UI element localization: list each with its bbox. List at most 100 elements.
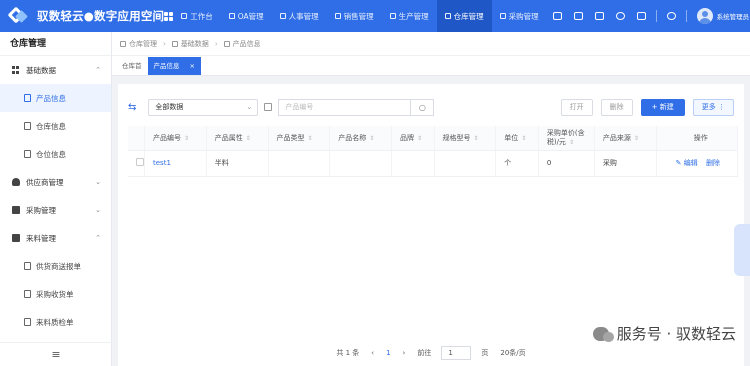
column-header[interactable]: 产品编号 ⇕ <box>144 126 207 151</box>
message-icon[interactable] <box>666 12 676 20</box>
page-tabs: 仓库首 产品信息 × <box>112 56 750 76</box>
app-grid-button[interactable] <box>164 11 174 21</box>
sidebar-item-incoming-inspection[interactable]: 来料质检单 <box>0 308 111 336</box>
column-header[interactable]: 产品来源 ⇕ <box>594 126 657 151</box>
tab-warehouse-home[interactable]: 仓库首 <box>116 57 148 75</box>
more-button[interactable]: 更多 ⋮ <box>692 98 734 116</box>
sidebar-group-supplier[interactable]: 供应商管理 ⌄ <box>0 168 111 196</box>
monitor-icon <box>181 13 188 19</box>
page-number[interactable]: 1 <box>386 349 390 357</box>
filter-icon[interactable] <box>264 103 273 111</box>
sidebar-group-purchase[interactable]: 采购管理 ⌄ <box>0 196 111 224</box>
sort-icon[interactable]: ⇕ <box>569 139 574 146</box>
nav-item-purchase[interactable]: 采购管理 <box>492 0 547 32</box>
open-button[interactable]: 打开 <box>560 98 593 116</box>
nav-item-warehouse[interactable]: 仓库管理 <box>436 0 492 32</box>
nav-item-sales[interactable]: 销售管理 <box>327 0 382 32</box>
sort-icon[interactable]: ⇕ <box>184 135 189 142</box>
total-count: 共 1 条 <box>336 349 360 357</box>
sidebar-item-product-info[interactable]: 产品信息 <box>0 84 111 112</box>
sidebar-group-incoming[interactable]: 来料管理 ⌃ <box>0 224 111 252</box>
nav-item-workbench[interactable]: 工作台 <box>173 0 221 32</box>
app-logo[interactable]: 驭数轻云●数字应用空间 <box>0 6 165 25</box>
next-page-button[interactable]: › <box>403 349 406 357</box>
sidebar-title: 仓库管理 <box>0 32 111 56</box>
edit-button[interactable]: ✎ 编辑 <box>676 159 698 167</box>
sort-icon[interactable]: ⇕ <box>246 135 251 142</box>
prev-page-button[interactable]: ‹ <box>371 349 374 357</box>
document-icon <box>24 290 31 298</box>
select-column <box>128 126 145 151</box>
document-icon <box>24 262 31 270</box>
checkbox[interactable] <box>136 158 144 166</box>
refresh-icon[interactable] <box>615 12 625 20</box>
nav-item-production[interactable]: 生产管理 <box>382 0 437 32</box>
back-arrow-icon[interactable]: ⇆ <box>128 102 136 113</box>
table-cell <box>268 150 331 177</box>
truck-icon <box>12 234 20 242</box>
layers-icon[interactable] <box>594 12 604 20</box>
document-icon <box>223 40 230 47</box>
breadcrumb-item[interactable]: 基础数据 <box>181 39 209 49</box>
nav-item-oa[interactable]: OA管理 <box>221 0 272 32</box>
username[interactable]: 系统管理员 <box>717 11 750 21</box>
nav-item-hr[interactable]: 人事管理 <box>272 0 327 32</box>
main-area: 仓库管理 › 基础数据 › 产品信息 仓库首 产品信息× ⇆ 全部数据 ⌄ ○ … <box>112 32 750 366</box>
sidebar-item-location-info[interactable]: 仓位信息 <box>0 140 111 168</box>
sort-icon[interactable]: ⇕ <box>417 135 422 142</box>
delete-row-button[interactable]: 删除 <box>706 159 720 167</box>
goto-page-input[interactable]: 1 <box>441 346 472 360</box>
row-select[interactable] <box>128 150 145 177</box>
column-header[interactable]: 品牌 ⇕ <box>391 126 435 151</box>
warehouse-icon <box>120 40 126 47</box>
fullscreen-icon[interactable] <box>636 12 646 20</box>
tab-product-info[interactable]: 产品信息 × <box>147 57 201 75</box>
close-icon[interactable]: × <box>190 62 195 70</box>
sort-icon[interactable]: ⇕ <box>634 135 639 142</box>
sidebar-item-supplier-delivery[interactable]: 供货商送报单 <box>0 252 111 280</box>
wechat-brand-watermark: 服务号 · 驭数轻云 <box>592 323 736 344</box>
sort-icon[interactable]: ⇕ <box>521 135 526 142</box>
sort-icon[interactable]: ⇕ <box>474 135 479 142</box>
sidebar-group-basic-data[interactable]: 基础数据 ⌃ <box>0 56 111 84</box>
column-header[interactable]: 单位 ⇕ <box>495 126 539 151</box>
header-tools: 系统管理员 <box>547 8 750 24</box>
column-header[interactable]: 产品属性 ⇕ <box>206 126 269 151</box>
toolbar: ⇆ 全部数据 ⌄ ○ 打开 删除 + 新建 更多 ⋮ <box>118 92 744 122</box>
top-navigation-bar: 驭数轻云●数字应用空间 工作台 OA管理 人事管理 销售管理 生产管理 仓库管理… <box>0 0 750 32</box>
product-code-cell[interactable]: test1 <box>144 150 207 177</box>
sort-icon[interactable]: ⇕ <box>308 135 313 142</box>
collapse-menu-button[interactable]: ≡ <box>0 342 112 366</box>
pagination: 共 1 条 ‹ 1 › 前往 1 页 20条/页 <box>118 344 744 362</box>
app-title: 驭数轻云●数字应用空间 <box>37 9 165 23</box>
calendar-icon[interactable] <box>573 12 583 20</box>
sidebar-item-warehouse-info[interactable]: 仓库信息 <box>0 112 111 140</box>
breadcrumb-item: 产品信息 <box>232 39 261 48</box>
search-button[interactable]: ○ <box>410 98 435 116</box>
page-size-select[interactable]: 20条/页 <box>500 348 525 358</box>
person-icon <box>279 13 286 19</box>
column-header[interactable]: 产品类型 ⇕ <box>268 126 331 151</box>
chevron-down-icon: ⌄ <box>95 178 101 186</box>
chevron-up-icon: ⌃ <box>95 234 101 242</box>
delete-button[interactable]: 删除 <box>600 98 633 116</box>
sort-icon[interactable]: ⇕ <box>369 135 374 142</box>
avatar[interactable] <box>696 8 713 24</box>
add-button[interactable]: + 新建 <box>640 98 685 116</box>
table-row[interactable]: test1 半料 个 0 采购 ✎ 编辑 删除 <box>128 150 739 177</box>
save-icon[interactable] <box>552 12 562 20</box>
warehouse-icon <box>444 13 451 19</box>
table-header-row: 产品编号 ⇕ 产品属性 ⇕ 产品类型 ⇕ 产品名称 ⇕ 品牌 ⇕ 规格型号 ⇕ 单位 ⇕ 采购… <box>128 126 739 151</box>
column-header[interactable]: 采购单价(含税)/元 ⇕ <box>538 126 595 151</box>
data-scope-select[interactable]: 全部数据 ⌄ <box>148 98 259 116</box>
side-drawer-handle[interactable] <box>734 224 750 276</box>
table-cell: 半料 <box>206 150 269 177</box>
chevron-up-icon: ⌃ <box>95 66 101 74</box>
divider <box>655 10 657 22</box>
search-input[interactable] <box>278 98 411 116</box>
breadcrumb-item[interactable]: 仓库管理 <box>129 39 157 49</box>
sidebar-item-purchase-receipt[interactable]: 采购收货单 <box>0 280 111 308</box>
column-header[interactable]: 规格型号 ⇕ <box>434 126 497 151</box>
table-cell <box>391 150 435 177</box>
column-header[interactable]: 产品名称 ⇕ <box>329 126 392 151</box>
